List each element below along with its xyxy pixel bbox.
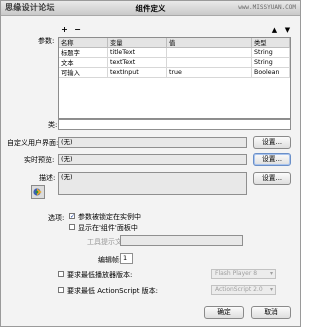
description-settings-button[interactable]: 设置... [253,172,291,185]
edit-frame-label: 编辑帧: [98,256,122,264]
table-row[interactable]: 标题字 titleText String [59,47,290,58]
lock-in-instance-checkbox[interactable]: ✓ [69,213,75,220]
min-as-select: ActionScript 2.0 ▾ [211,285,276,295]
lock-in-instance-label: 参数被锁定在实例中 [78,213,141,221]
component-icon[interactable] [31,185,45,199]
cell-variable[interactable]: titleText [107,47,167,58]
col-header-variable[interactable]: 变量 [107,38,167,48]
options-label: 选项: [48,214,65,222]
custom-ui-settings-button[interactable]: 设置... [253,136,291,149]
chevron-down-icon: ▾ [269,286,273,293]
class-input[interactable] [58,119,291,130]
ok-button[interactable]: 确定 [204,306,244,319]
live-preview-field: (无) [58,154,247,165]
move-up-button[interactable]: ▲ [269,25,280,35]
table-header-row: 名称 变量 值 类型 [59,38,290,48]
component-definition-dialog: 思缘设计论坛 组件定义 www.MISSYUAN.COM 参数: + − ▲ ▼… [0,0,301,327]
col-header-name[interactable]: 名称 [59,38,108,48]
show-in-panel-checkbox[interactable] [69,224,75,230]
custom-ui-field: (无) [58,137,247,148]
move-down-button[interactable]: ▼ [282,25,293,35]
min-player-checkbox[interactable] [58,271,64,277]
col-header-value[interactable]: 值 [166,38,252,48]
cell-variable[interactable]: textText [107,57,167,68]
cell-type[interactable]: Boolean [251,67,290,78]
show-in-panel-label: 显示在'组件'面板中 [78,224,138,232]
table-row[interactable]: 可输入 textInput true Boolean [59,67,290,78]
tooltip-input [120,235,243,246]
cell-variable[interactable]: textInput [107,67,167,78]
remove-param-button[interactable]: − [72,25,83,35]
custom-ui-label: 自定义用户界面: [7,139,59,147]
watermark-url: www.MISSYUAN.COM [238,4,296,11]
cancel-button[interactable]: 取消 [251,306,291,319]
live-preview-label: 实时预览: [24,156,55,164]
min-as-value: ActionScript 2.0 [215,286,263,293]
tooltip-label: 工具提示文 [87,238,122,246]
min-as-checkbox[interactable] [58,287,64,293]
cell-type[interactable]: String [251,47,290,58]
cell-name[interactable]: 标题字 [59,47,108,58]
table-row[interactable]: 文本 textText String [59,57,290,68]
class-label: 类: [48,121,58,129]
cell-name[interactable]: 文本 [59,57,108,68]
cell-value[interactable] [166,47,252,58]
parameters-table[interactable]: 名称 变量 值 类型 标题字 titleText String 文本 textT… [58,37,291,119]
title-bar: 思缘设计论坛 组件定义 www.MISSYUAN.COM [1,1,300,16]
cell-type[interactable]: String [251,57,290,68]
edit-frame-input[interactable]: 1 [120,253,133,264]
cell-value[interactable] [166,57,252,68]
min-player-label: 要求最低播放器版本: [67,271,133,279]
add-param-button[interactable]: + [59,25,70,35]
description-field: (无) [58,172,247,195]
min-player-select: Flash Player 8 ▾ [211,269,276,279]
min-as-label: 要求最低 ActionScript 版本: [67,287,159,295]
chevron-down-icon: ▾ [269,270,273,277]
description-label: 描述: [39,174,56,182]
cell-value[interactable]: true [166,67,252,78]
col-header-type[interactable]: 类型 [251,38,290,48]
live-preview-settings-button[interactable]: 设置... [253,153,291,166]
cell-name[interactable]: 可输入 [59,67,108,78]
params-label: 参数: [38,37,55,45]
min-player-value: Flash Player 8 [215,270,258,277]
